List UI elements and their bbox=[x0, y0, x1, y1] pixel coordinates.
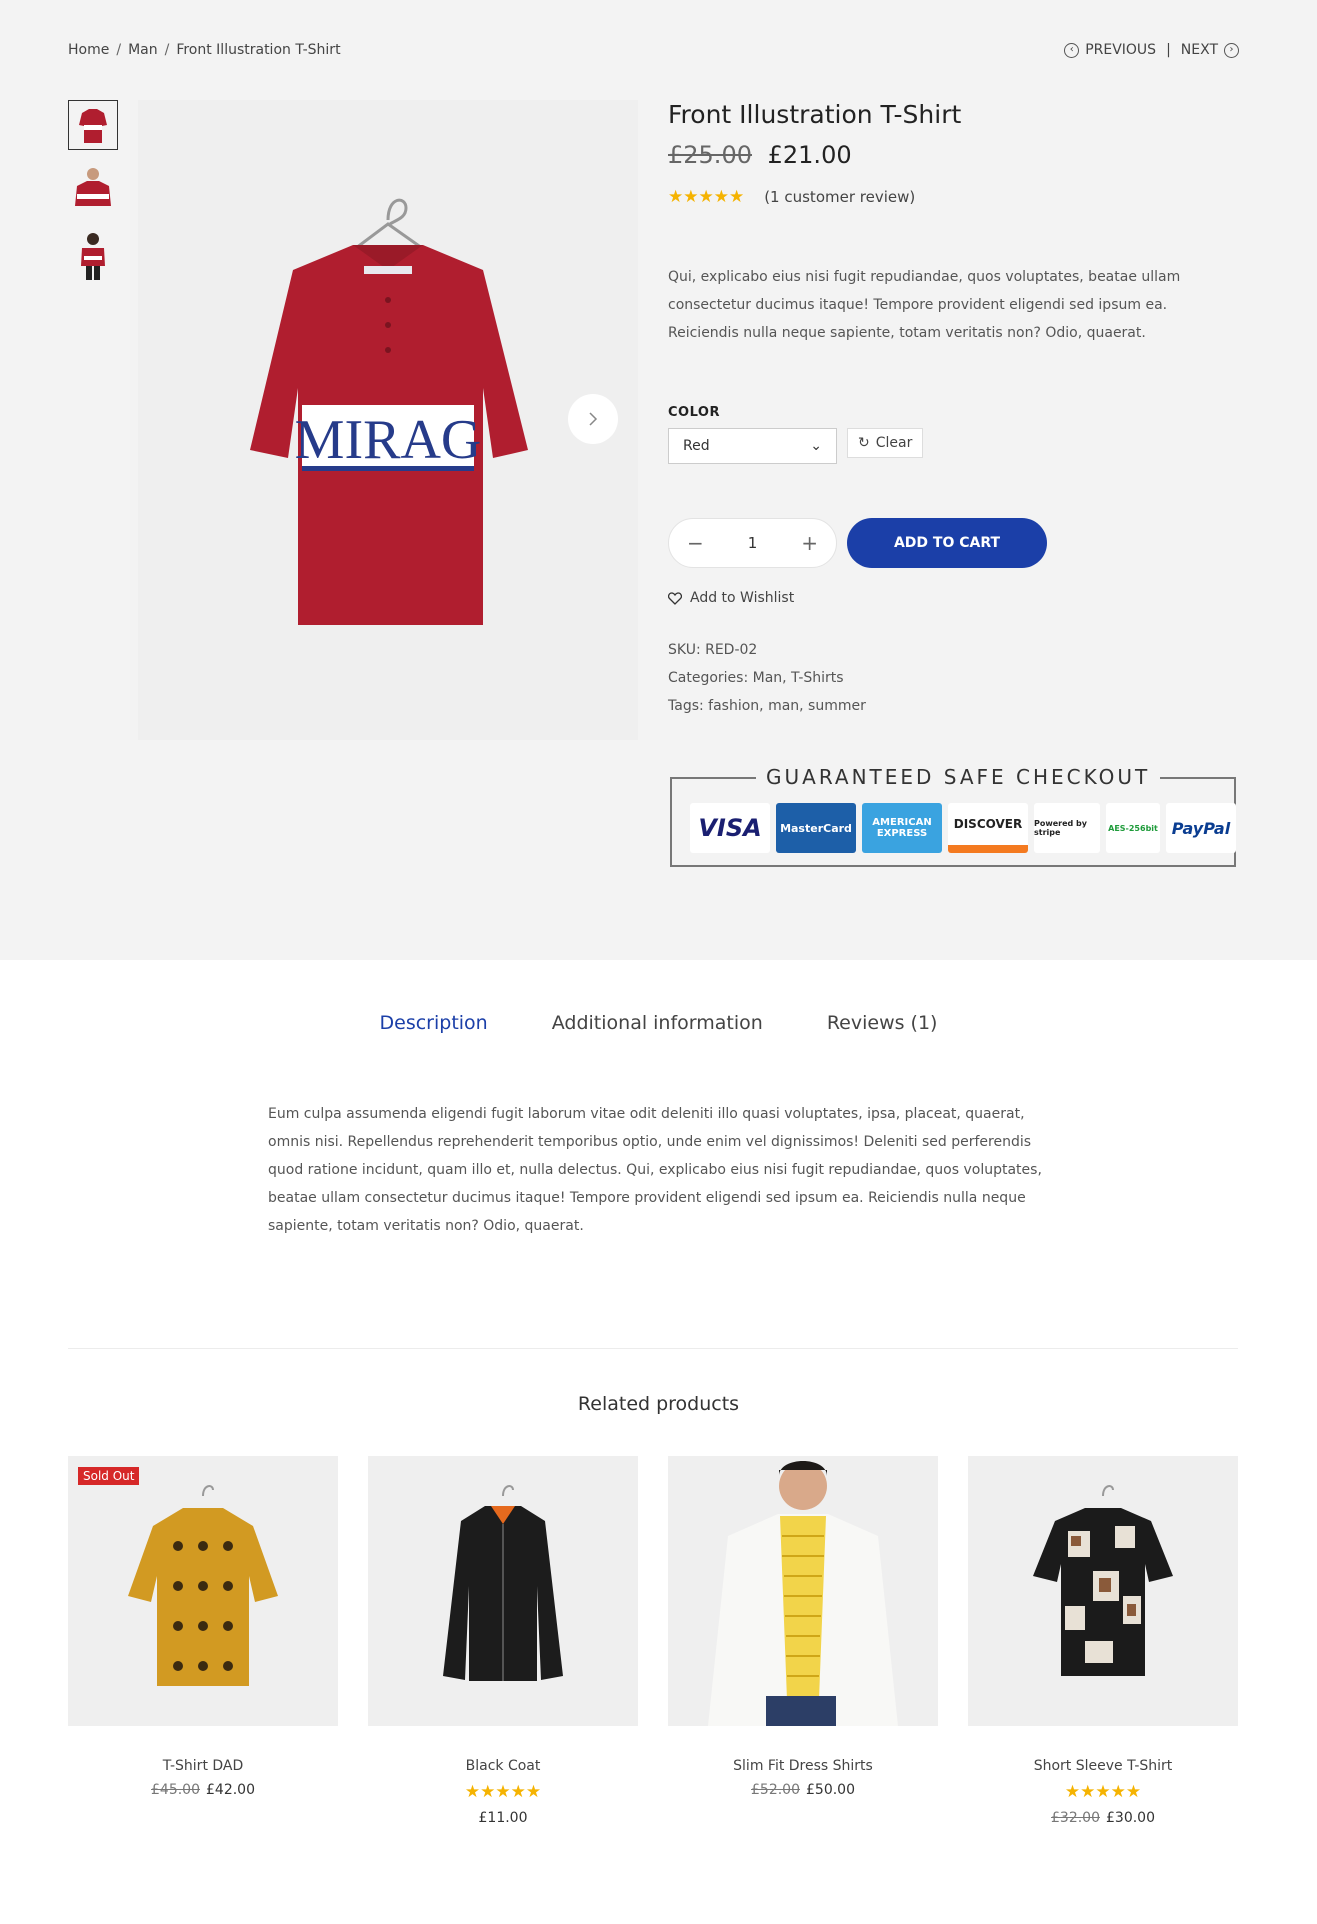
breadcrumb-home[interactable]: Home bbox=[68, 42, 109, 58]
product-rating: ★★★★★ (1 customer review) bbox=[668, 187, 1248, 207]
product-card[interactable]: Slim Fit Dress Shirts £52.00 £50.00 bbox=[668, 1456, 938, 1826]
quantity-minus-button[interactable]: − bbox=[687, 531, 704, 555]
product-card[interactable]: Short Sleeve T-Shirt ★★★★★ £32.00 £30.00 bbox=[968, 1456, 1238, 1826]
related-products-title: Related products bbox=[577, 1393, 740, 1415]
product-name[interactable]: Slim Fit Dress Shirts bbox=[668, 1758, 938, 1774]
product-summary-section: Home / Man / Front Illustration T-Shirt … bbox=[0, 0, 1317, 960]
visa-icon: VISA bbox=[690, 803, 770, 853]
star-rating-icon: ★★★★★ bbox=[668, 187, 745, 207]
chevron-left-icon: ‹ bbox=[1064, 42, 1080, 58]
main-product-image[interactable]: MIRAG bbox=[138, 100, 638, 740]
product-price: £11.00 bbox=[478, 1810, 528, 1826]
old-price: £25.00 bbox=[668, 141, 752, 169]
thumbnail-gallery bbox=[68, 100, 118, 298]
product-card[interactable]: Sold Out T-Shirt DAD £45.00 £42.00 bbox=[68, 1456, 338, 1826]
thumbnail-3[interactable] bbox=[68, 232, 118, 282]
paypal-icon: PayPal bbox=[1166, 803, 1236, 853]
quantity-plus-button[interactable]: + bbox=[801, 531, 818, 555]
image-next-button[interactable] bbox=[568, 394, 618, 444]
chevron-right-icon: › bbox=[1224, 42, 1239, 58]
clear-button[interactable]: ↻ Clear bbox=[847, 428, 924, 458]
next-link[interactable]: NEXT › bbox=[1181, 42, 1239, 58]
add-to-cart-row: − 1 + ADD TO CART bbox=[668, 518, 1248, 568]
breadcrumb-current: Front Illustration T-Shirt bbox=[176, 42, 341, 58]
tab-description[interactable]: Description bbox=[380, 1012, 488, 1034]
shield-icon: AES-256bit bbox=[1106, 803, 1160, 853]
product-title: Front Illustration T-Shirt bbox=[668, 100, 962, 129]
color-row: Red ⌄ ↻ Clear bbox=[668, 428, 1248, 464]
breadcrumb-man[interactable]: Man bbox=[128, 42, 158, 58]
nav-separator: | bbox=[1166, 42, 1171, 58]
color-select[interactable]: Red ⌄ bbox=[668, 428, 837, 464]
product-navigation: ‹ PREVIOUS | NEXT › bbox=[1064, 42, 1239, 58]
breadcrumb: Home / Man / Front Illustration T-Shirt bbox=[68, 42, 341, 58]
safe-checkout-badge: GUARANTEED SAFE CHECKOUT VISA MasterCard… bbox=[670, 765, 1236, 867]
previous-link[interactable]: ‹ PREVIOUS bbox=[1064, 42, 1156, 58]
current-price: £21.00 bbox=[767, 141, 852, 169]
product-tabs: Description Additional information Revie… bbox=[0, 1012, 1317, 1034]
tab-reviews[interactable]: Reviews (1) bbox=[827, 1012, 938, 1034]
product-price: £25.00 £21.00 bbox=[668, 141, 1248, 169]
product-image[interactable] bbox=[368, 1456, 638, 1726]
sku: SKU: RED-02 bbox=[668, 642, 758, 658]
product-image[interactable] bbox=[668, 1456, 938, 1726]
tags: Tags: fashion, man, summer bbox=[668, 698, 866, 714]
product-card[interactable]: Black Coat ★★★★★ £11.00 bbox=[368, 1456, 638, 1826]
categories: Categories: Man, T-Shirts bbox=[668, 670, 844, 686]
description-text: Eum culpa assumenda eligendi fugit labor… bbox=[268, 1106, 1042, 1234]
review-link[interactable]: (1 customer review) bbox=[764, 188, 915, 206]
star-rating-icon: ★★★★★ bbox=[1064, 1782, 1142, 1802]
sold-out-badge: Sold Out bbox=[78, 1467, 140, 1485]
amex-icon: AMERICAN EXPRESS bbox=[862, 803, 942, 853]
product-price: £45.00 £42.00 bbox=[151, 1782, 255, 1798]
short-description: Qui, explicabo eius nisi fugit repudiand… bbox=[668, 269, 1181, 341]
star-rating-icon: ★★★★★ bbox=[464, 1782, 542, 1802]
t-shirt-image: MIRAG bbox=[250, 198, 528, 625]
discover-icon: DISCOVER bbox=[948, 803, 1028, 853]
svg-text:MIRAG: MIRAG bbox=[295, 409, 482, 471]
mastercard-icon: MasterCard bbox=[776, 803, 856, 853]
color-label: COLOR bbox=[668, 405, 720, 420]
payment-cards: VISA MasterCard AMERICAN EXPRESS DISCOVE… bbox=[690, 803, 1236, 853]
product-name[interactable]: T-Shirt DAD bbox=[68, 1758, 338, 1774]
product-image[interactable] bbox=[968, 1456, 1238, 1726]
divider bbox=[68, 1348, 1238, 1349]
heart-icon bbox=[668, 591, 682, 605]
product-price: £52.00 £50.00 bbox=[751, 1782, 855, 1798]
quantity-stepper: − 1 + bbox=[668, 518, 837, 568]
thumbnail-1[interactable] bbox=[68, 100, 118, 150]
chevron-right-icon bbox=[589, 412, 598, 426]
product-info: Front Illustration T-Shirt £25.00 £21.00… bbox=[668, 100, 1248, 720]
add-to-wishlist-link[interactable]: Add to Wishlist bbox=[668, 590, 1248, 606]
tab-additional-information[interactable]: Additional information bbox=[552, 1012, 763, 1034]
product-image[interactable]: Sold Out bbox=[68, 1456, 338, 1726]
add-to-cart-button[interactable]: ADD TO CART bbox=[847, 518, 1047, 568]
related-products-list: Sold Out T-Shirt DAD £45.00 £42.00 Black … bbox=[68, 1456, 1238, 1826]
chevron-down-icon: ⌄ bbox=[810, 438, 822, 454]
safe-checkout-title: GUARANTEED SAFE CHECKOUT bbox=[756, 765, 1161, 789]
product-name[interactable]: Black Coat bbox=[368, 1758, 638, 1774]
product-price: £32.00 £30.00 bbox=[1051, 1810, 1155, 1826]
quantity-input[interactable]: 1 bbox=[748, 534, 758, 552]
product-name[interactable]: Short Sleeve T-Shirt bbox=[968, 1758, 1238, 1774]
product-meta: SKU: RED-02 Categories: Man, T-Shirts Ta… bbox=[668, 636, 1248, 720]
thumbnail-2[interactable] bbox=[68, 166, 118, 216]
refresh-icon: ↻ bbox=[858, 435, 870, 451]
stripe-lock-icon: Powered by stripe bbox=[1034, 803, 1100, 853]
